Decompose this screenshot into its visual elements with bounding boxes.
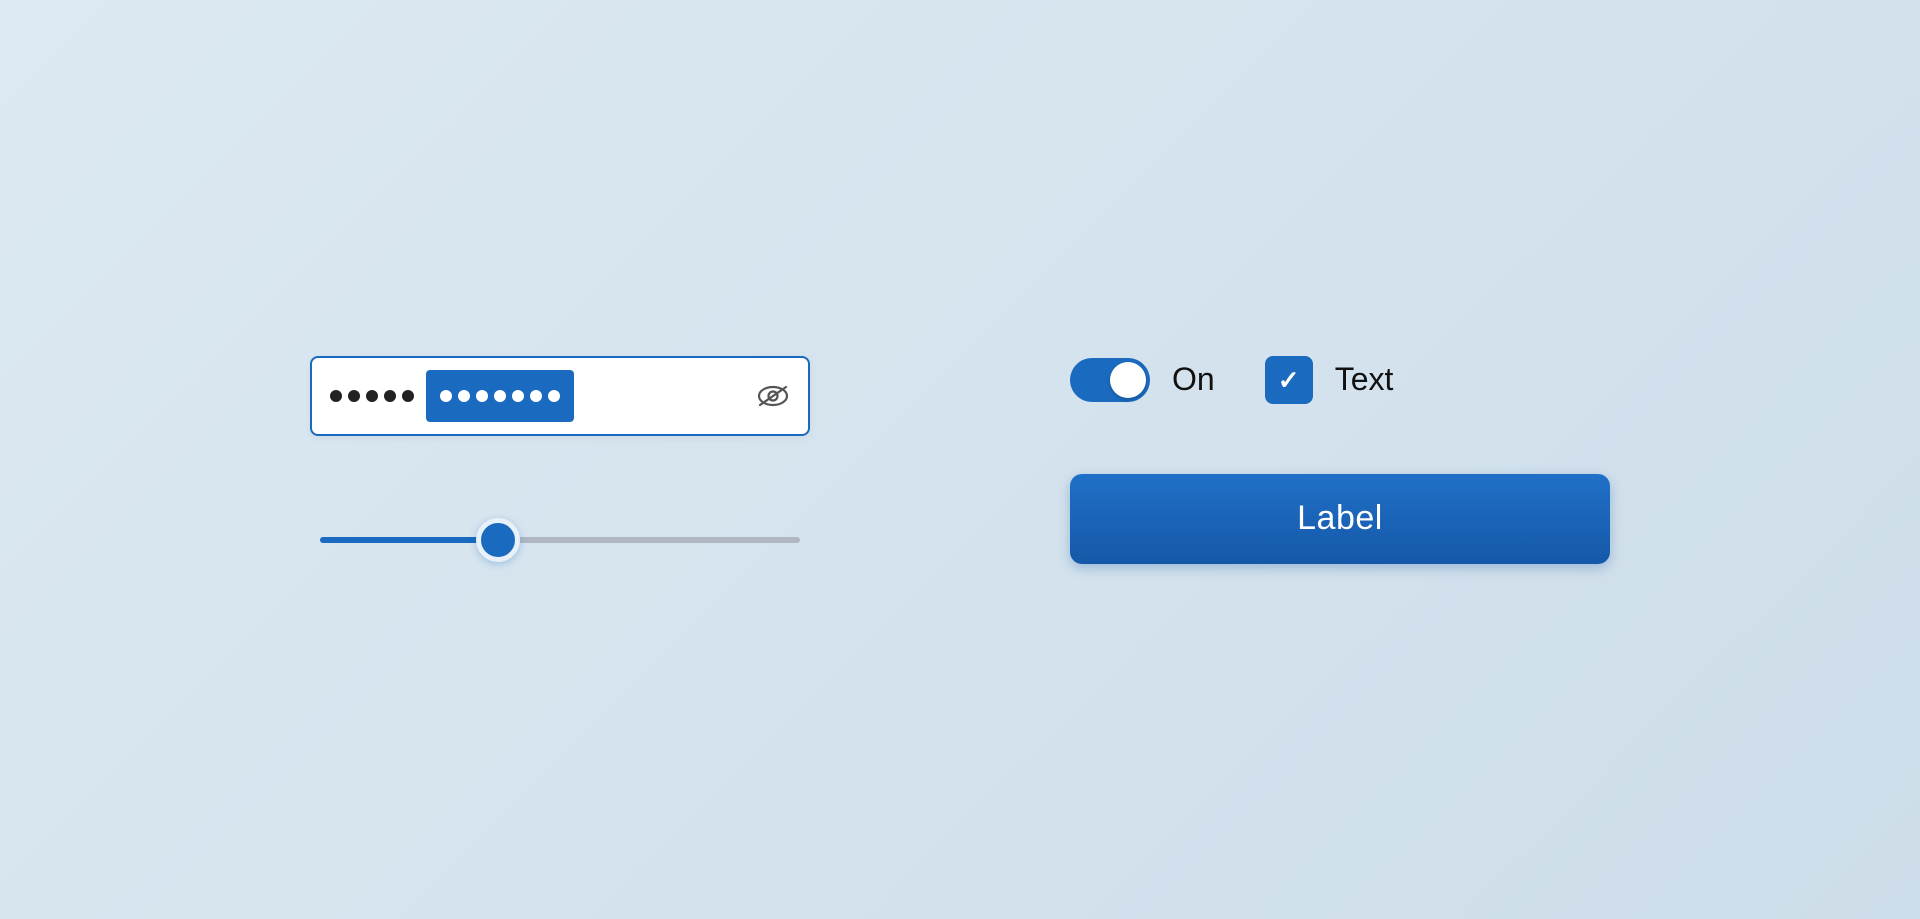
dot-plain-1 <box>330 390 342 402</box>
toggle-label: On <box>1172 361 1215 398</box>
toggle-group: On <box>1070 358 1215 402</box>
dot-sel-7 <box>548 390 560 402</box>
show-password-button[interactable] <box>756 379 790 413</box>
main-container: On ✓ Text Label <box>260 356 1660 564</box>
range-slider[interactable] <box>310 516 810 564</box>
checkmark-icon: ✓ <box>1278 367 1300 393</box>
toggle-knob <box>1110 362 1146 398</box>
password-input[interactable] <box>310 356 810 436</box>
checkbox[interactable]: ✓ <box>1265 356 1313 404</box>
slider-thumb[interactable] <box>476 518 520 562</box>
dot-sel-1 <box>440 390 452 402</box>
checkbox-group: ✓ Text <box>1265 356 1394 404</box>
dot-sel-6 <box>530 390 542 402</box>
dot-plain-3 <box>366 390 378 402</box>
dot-sel-2 <box>458 390 470 402</box>
slider-fill <box>320 537 498 543</box>
dot-sel-4 <box>494 390 506 402</box>
eye-icon <box>756 379 790 413</box>
dot-sel-3 <box>476 390 488 402</box>
dot-plain-2 <box>348 390 360 402</box>
password-plain-dots <box>330 390 414 402</box>
slider-track <box>320 537 800 543</box>
dot-plain-4 <box>384 390 396 402</box>
dot-sel-5 <box>512 390 524 402</box>
dot-plain-5 <box>402 390 414 402</box>
controls-row: On ✓ Text <box>1070 356 1610 404</box>
password-selected-dots <box>426 370 574 422</box>
toggle-switch[interactable] <box>1070 358 1150 402</box>
checkbox-label: Text <box>1335 361 1394 398</box>
right-column: On ✓ Text Label <box>1070 356 1610 564</box>
label-button[interactable]: Label <box>1070 474 1610 564</box>
left-column <box>310 356 810 564</box>
